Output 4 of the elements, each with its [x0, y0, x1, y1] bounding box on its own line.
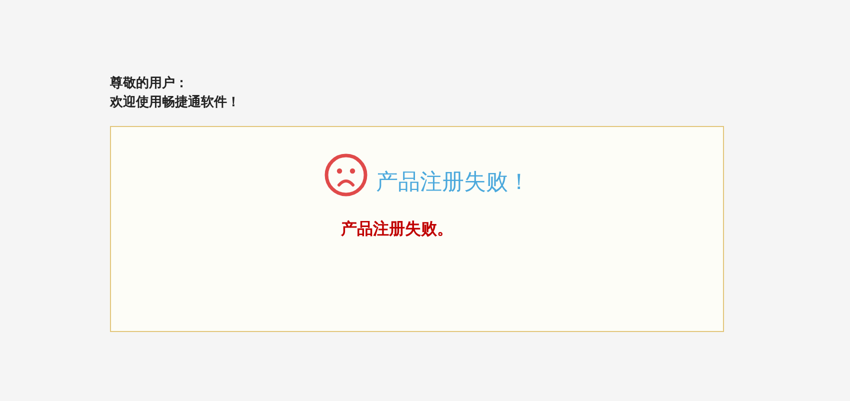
result-message: 产品注册失败。: [341, 219, 453, 240]
salutation-text: 尊敬的用户：: [110, 74, 189, 93]
welcome-text: 欢迎使用畅捷通软件！: [110, 94, 241, 112]
result-title: 产品注册失败！: [376, 169, 530, 197]
